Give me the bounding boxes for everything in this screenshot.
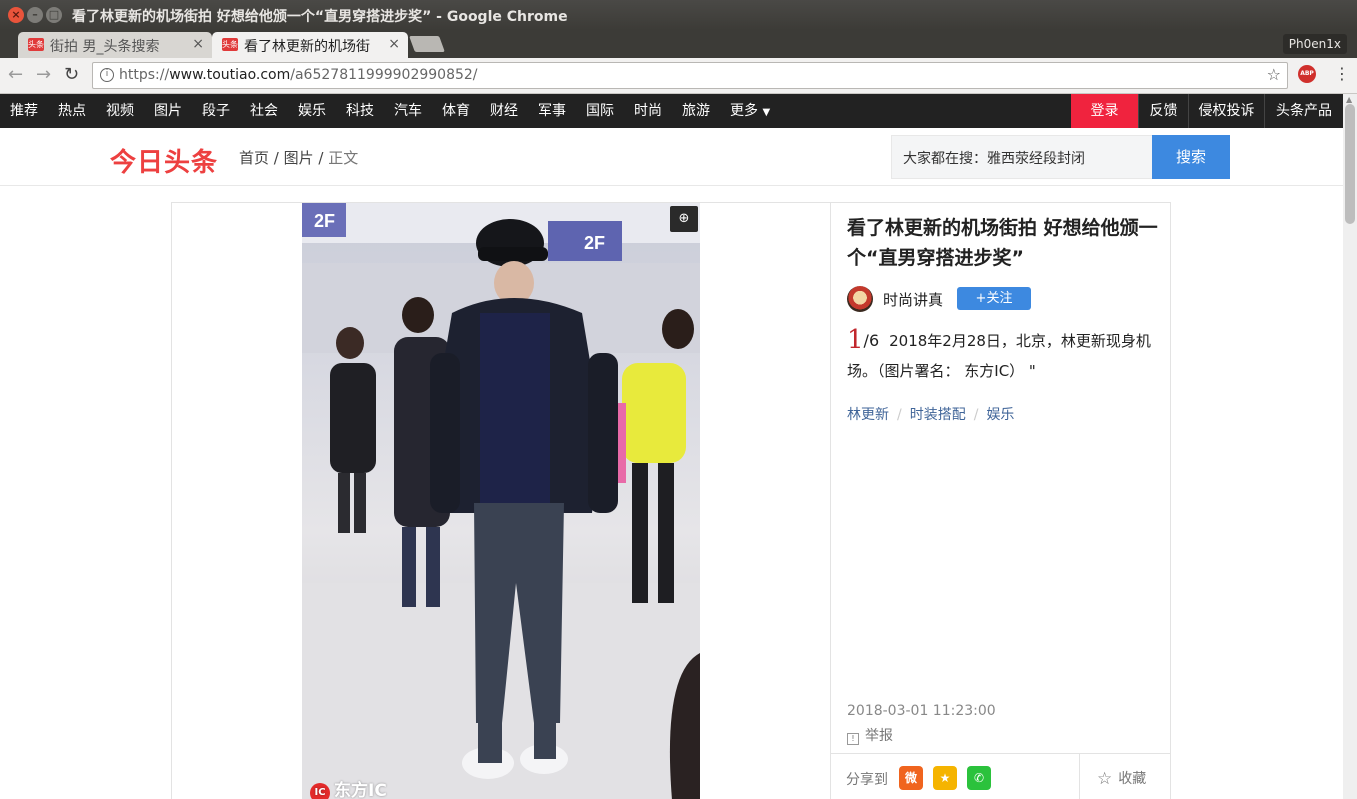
toutiao-logo[interactable]: 今日头条 [110, 142, 218, 179]
title-bar: × – □ 看了林更新的机场街拍 好想给他颁一个“直男穿搭进步奖” - Goog… [0, 0, 1357, 30]
nav-item-jokes[interactable]: 段子 [202, 94, 230, 128]
products-link[interactable]: 头条产品 [1264, 94, 1343, 128]
window-close-button[interactable]: × [8, 7, 24, 23]
breadcrumb-home[interactable]: 首页 [239, 149, 269, 167]
avatar[interactable] [847, 286, 873, 312]
nav-item-cars[interactable]: 汽车 [394, 94, 422, 128]
star-icon: ☆ [1097, 769, 1113, 789]
search-placeholder: 大家都在搜：雅西荥经段封闭 [903, 151, 1085, 167]
window-maximize-button[interactable]: □ [46, 7, 62, 23]
search-input[interactable]: 大家都在搜：雅西荥经段封闭 [891, 135, 1153, 179]
tab-search[interactable]: 头条 街拍 男_头条搜索 × [18, 32, 212, 58]
page-scrollbar[interactable]: ▲ [1343, 94, 1357, 799]
close-icon[interactable]: × [192, 36, 204, 52]
scroll-up-arrow-icon[interactable]: ▲ [1346, 95, 1352, 104]
image-description: 1/6 2018年2月28日，北京，林更新现身机场。（图片署名： 东方IC） " [847, 325, 1165, 386]
photo-illustration: 2F 2F [302, 203, 700, 799]
address-bar[interactable]: i https://www.toutiao.com/a6527811999902… [92, 62, 1288, 89]
report-link[interactable]: ! 举报 [847, 725, 893, 745]
tab-strip: 头条 街拍 男_头条搜索 × 头条 看了林更新的机场街 × [0, 30, 1357, 58]
nav-item-international[interactable]: 国际 [586, 94, 614, 128]
tag-link[interactable]: 时装搭配 [910, 407, 966, 423]
collect-button[interactable]: ☆ 收藏 [1097, 768, 1146, 789]
tab-article[interactable]: 头条 看了林更新的机场街 × [212, 32, 408, 58]
share-label: 分享到 [846, 772, 888, 788]
nav-item-pictures[interactable]: 图片 [154, 94, 182, 128]
weibo-icon[interactable]: 微 [899, 766, 923, 790]
nav-item-video[interactable]: 视频 [106, 94, 134, 128]
toutiao-favicon-icon: 头条 [28, 38, 44, 51]
nav-item-society[interactable]: 社会 [250, 94, 278, 128]
profile-button[interactable]: Ph0en1x [1282, 34, 1347, 54]
nav-item-hot[interactable]: 热点 [58, 94, 86, 128]
nav-item-travel[interactable]: 旅游 [682, 94, 710, 128]
feedback-link[interactable]: 反馈 [1138, 94, 1188, 128]
nav-item-sports[interactable]: 体育 [442, 94, 470, 128]
new-tab-button[interactable] [409, 36, 445, 52]
gallery-viewer: 2F 2F [171, 202, 831, 799]
nav-item-fashion[interactable]: 时尚 [634, 94, 662, 128]
nav-item-more[interactable]: 更多 ▼ [730, 94, 770, 128]
image-total: /6 [863, 331, 880, 350]
menu-dots-icon[interactable]: ⋮ [1334, 64, 1350, 83]
close-icon[interactable]: × [388, 36, 400, 52]
article-title: 看了林更新的机场街拍 好想给他颁一个“直男穿搭进步奖” [847, 217, 1158, 269]
complaint-link[interactable]: 侵权投诉 [1188, 94, 1264, 128]
toutiao-favicon-icon: 头条 [222, 38, 238, 51]
publish-time: 2018-03-01 11:23:00 [847, 703, 996, 719]
tab-label: 看了林更新的机场街 [244, 39, 370, 55]
nav-item-entertainment[interactable]: 娱乐 [298, 94, 326, 128]
breadcrumb: 首页 / 图片 / 正文 [239, 149, 359, 167]
description-text: 2018年2月28日，北京，林更新现身机场。（图片署名： 东方IC） " [847, 332, 1151, 380]
breadcrumb-current: 正文 [328, 149, 359, 167]
wechat-icon[interactable]: ✆ [967, 766, 991, 790]
qzone-star-icon[interactable]: ★ [933, 766, 957, 790]
search-button[interactable]: 搜索 [1152, 135, 1230, 179]
window-title: 看了林更新的机场街拍 好想给他颁一个“直男穿搭进步奖” - Google Chr… [72, 9, 568, 25]
tag-link[interactable]: 娱乐 [986, 407, 1014, 423]
author-name[interactable]: 时尚讲真 [883, 289, 943, 310]
report-icon: ! [847, 733, 859, 745]
tag-list: 林更新 / 时装搭配 / 娱乐 [847, 407, 1015, 423]
svg-text:2F: 2F [314, 211, 335, 231]
scrollbar-thumb[interactable] [1345, 104, 1355, 224]
nav-item-finance[interactable]: 财经 [490, 94, 518, 128]
back-arrow-icon[interactable]: ← [8, 64, 23, 85]
article-info-panel: 看了林更新的机场街拍 好想给他颁一个“直男穿搭进步奖” 时尚讲真 +关注 1/6… [830, 202, 1171, 799]
adblock-plus-icon[interactable]: ABP [1298, 65, 1316, 83]
reload-icon[interactable]: ↻ [64, 64, 79, 85]
info-icon[interactable]: i [100, 68, 114, 82]
login-button[interactable]: 登录 [1071, 94, 1138, 128]
svg-text:2F: 2F [584, 233, 605, 253]
site-nav: 推荐 热点 视频 图片 段子 社会 娱乐 科技 汽车 体育 财经 军事 国际 时… [0, 94, 1343, 128]
page-header: 今日头条 首页 / 图片 / 正文 大家都在搜：雅西荥经段封闭 搜索 [0, 128, 1343, 186]
share-bar: 分享到 微 ★ ✆ ☆ 收藏 [831, 753, 1170, 799]
nav-item-military[interactable]: 军事 [538, 94, 566, 128]
zoom-in-icon[interactable]: ⊕ [670, 206, 698, 232]
forward-arrow-icon[interactable]: → [36, 64, 51, 85]
bookmark-star-icon[interactable]: ☆ [1267, 65, 1281, 84]
tag-link[interactable]: 林更新 [847, 407, 889, 423]
follow-button[interactable]: +关注 [957, 287, 1031, 310]
window-minimize-button[interactable]: – [27, 7, 43, 23]
image-index: 1 [847, 325, 864, 355]
nav-item-tech[interactable]: 科技 [346, 94, 374, 128]
dongfang-ic-logo-icon: IC [310, 783, 330, 799]
breadcrumb-pictures[interactable]: 图片 [284, 149, 314, 167]
tab-label: 街拍 男_头条搜索 [50, 39, 160, 55]
nav-item-recommend[interactable]: 推荐 [10, 94, 38, 128]
gallery-photo[interactable]: 2F 2F [302, 203, 700, 799]
chevron-down-icon: ▼ [762, 107, 771, 118]
photo-watermark: IC 东方IC [310, 776, 387, 799]
browser-toolbar: ← → ↻ i https://www.toutiao.com/a6527811… [0, 58, 1357, 94]
browser-window: × – □ 看了林更新的机场街拍 好想给他颁一个“直男穿搭进步奖” - Goog… [0, 0, 1357, 799]
url-text: https://www.toutiao.com/a652781199990299… [119, 67, 478, 83]
